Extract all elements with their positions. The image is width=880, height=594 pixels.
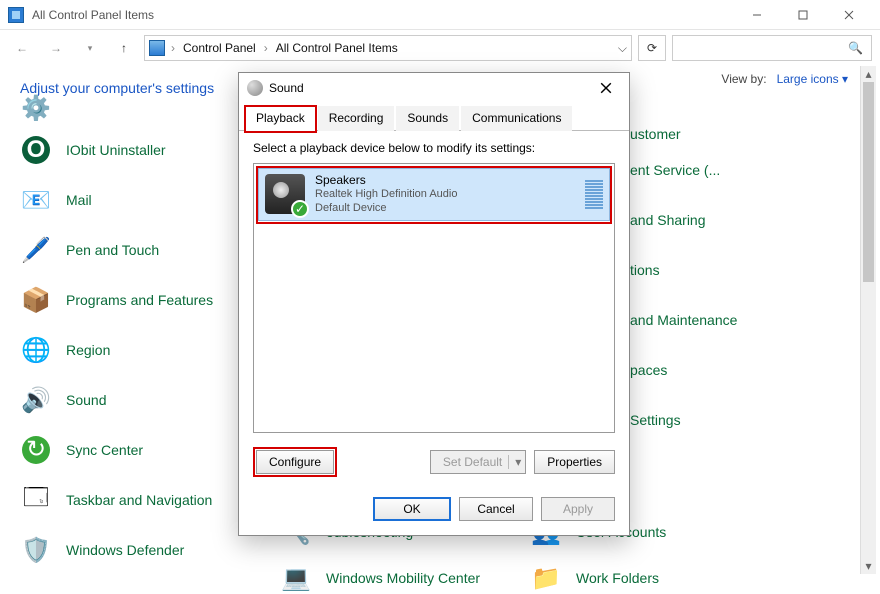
highlight-configure: Configure [253,447,337,477]
window-titlebar: All Control Panel Items [0,0,880,30]
cp-item-region[interactable]: 🌐Region [20,334,270,366]
cp-item-workfolders[interactable]: 📁Work Folders [530,562,659,594]
check-icon: ✓ [291,200,309,218]
sound-icon: 🔊 [20,384,52,416]
tab-playback[interactable]: Playback [245,106,316,131]
pen-icon: 🖊️ [20,234,52,266]
dialog-close-button[interactable] [591,76,621,100]
level-meter-icon [585,180,603,209]
device-speakers[interactable]: ✓ Speakers Realtek High Definition Audio… [258,168,610,221]
up-button[interactable]: ↑ [110,34,138,62]
taskbar-icon: 🗔 [20,484,52,516]
minimize-button[interactable] [734,0,780,30]
cp-item[interactable]: Settings [630,404,880,436]
properties-button[interactable]: Properties [534,450,615,474]
control-panel-icon [149,40,165,56]
iobit-icon: O [20,134,52,166]
dialog-tabs: Playback Recording Sounds Communications [239,105,629,131]
programs-icon: 📦 [20,284,52,316]
playback-device-list[interactable]: ✓ Speakers Realtek High Definition Audio… [253,163,615,433]
dialog-title: Sound [269,81,304,95]
sound-dialog-icon [247,80,263,96]
view-by: View by: Large icons ▾ [721,72,848,86]
cp-items-right: ustomer ent Service (... and Sharing tio… [630,118,880,436]
back-button[interactable]: ← [8,34,36,62]
device-name: Speakers [315,173,457,188]
tab-communications[interactable]: Communications [461,106,572,131]
forward-button[interactable]: → [42,34,70,62]
refresh-button[interactable]: ⟳ [638,35,666,61]
sync-icon: ↻ [20,434,52,466]
tab-recording[interactable]: Recording [318,106,395,131]
chevron-right-icon: › [264,41,268,55]
cp-item-iobit[interactable]: OIObit Uninstaller [20,134,270,166]
cp-item[interactable]: ⚙️ [20,100,270,116]
breadcrumb-leaf[interactable]: All Control Panel Items [274,41,400,55]
mail-icon: 📧 [20,184,52,216]
search-icon: 🔍 [848,41,863,55]
cp-item-sound[interactable]: 🔊Sound [20,384,270,416]
cp-item-mobility[interactable]: 💻Windows Mobility Center [280,562,480,594]
maximize-button[interactable] [780,0,826,30]
dialog-footer: OK Cancel Apply [239,489,629,535]
cp-item[interactable]: and Maintenance [630,304,880,336]
apply-button[interactable]: Apply [541,497,615,521]
cp-item-sync[interactable]: ↻Sync Center [20,434,270,466]
chevron-right-icon: › [171,41,175,55]
cp-items-left: ⚙️ OIObit Uninstaller 📧Mail 🖊️Pen and To… [20,120,270,566]
chevron-down-icon[interactable]: ▾ [508,455,521,469]
view-by-mode[interactable]: Large icons ▾ [777,72,848,86]
cp-item-defender[interactable]: 🛡️Windows Defender [20,534,270,566]
vertical-scrollbar[interactable]: ▴ ▾ [860,66,876,574]
speaker-icon: ✓ [265,174,305,214]
cp-item-programs[interactable]: 📦Programs and Features [20,284,270,316]
device-driver: Realtek High Definition Audio [315,188,457,202]
device-status: Default Device [315,202,457,216]
scrollbar-thumb[interactable] [863,82,874,282]
chevron-down-icon: ▾ [842,72,848,86]
scroll-down-icon[interactable]: ▾ [861,558,876,574]
cp-item[interactable]: and Sharing [630,204,880,236]
region-icon: 🌐 [20,334,52,366]
configure-button[interactable]: Configure [256,450,334,474]
close-button[interactable] [826,0,872,30]
address-bar[interactable]: › Control Panel › All Control Panel Item… [144,35,632,61]
tab-sounds[interactable]: Sounds [396,106,459,131]
cp-item[interactable]: paces [630,354,880,386]
control-panel-icon [8,7,24,23]
folder-icon: 📁 [530,562,562,594]
navigation-bar: ← → ▾ ↑ › Control Panel › All Control Pa… [0,30,880,66]
ok-button[interactable]: OK [373,497,451,521]
breadcrumb-root[interactable]: Control Panel [181,41,258,55]
cp-item[interactable]: ent Service (... [630,154,880,186]
recent-locations-button[interactable]: ▾ [76,34,104,62]
cp-item[interactable]: ustomer [630,118,880,150]
dialog-titlebar[interactable]: Sound [239,73,629,103]
window-title: All Control Panel Items [32,8,154,22]
dialog-instruction: Select a playback device below to modify… [253,141,615,155]
cp-item-pen[interactable]: 🖊️Pen and Touch [20,234,270,266]
defender-icon: 🛡️ [20,534,52,566]
mobility-icon: 💻 [280,562,312,594]
cp-item-taskbar[interactable]: 🗔Taskbar and Navigation [20,484,270,516]
address-dropdown-icon[interactable]: ⌵ [618,41,627,56]
search-input[interactable]: 🔍 [672,35,872,61]
generic-icon: ⚙️ [20,92,52,124]
set-default-button[interactable]: Set Default ▾ [430,450,526,474]
sound-dialog: Sound Playback Recording Sounds Communic… [238,72,630,536]
scroll-up-icon[interactable]: ▴ [861,66,876,82]
cp-item-mail[interactable]: 📧Mail [20,184,270,216]
cp-item[interactable]: tions [630,254,880,286]
cancel-button[interactable]: Cancel [459,497,533,521]
